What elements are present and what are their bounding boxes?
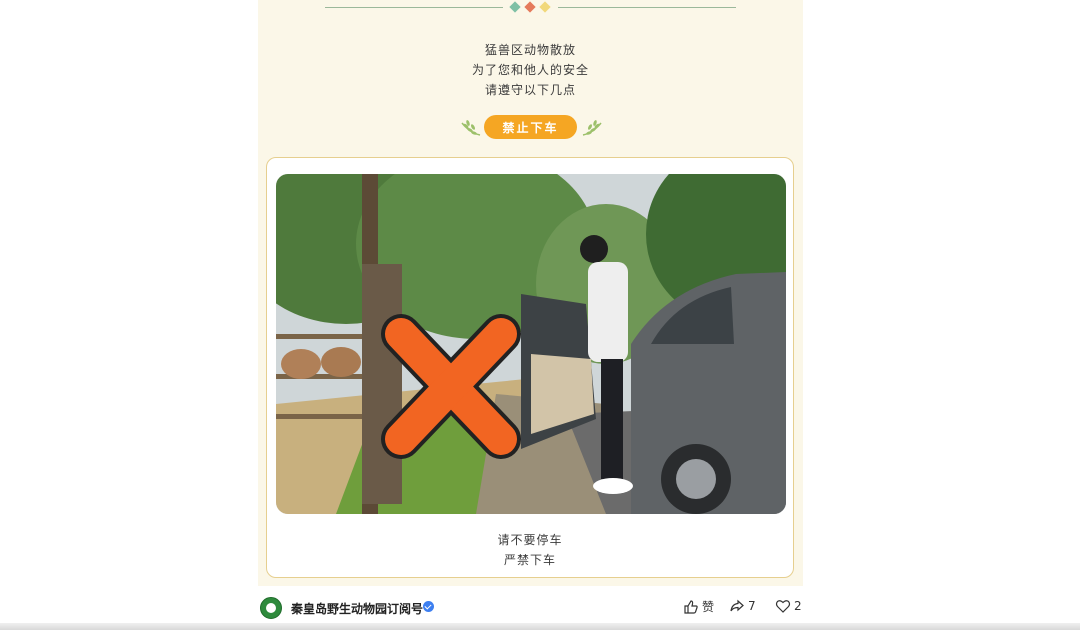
diamond-yellow-icon	[539, 1, 551, 13]
laurel-left-icon	[461, 120, 481, 136]
bottom-shadow	[0, 623, 1080, 630]
caption-line-2: 严禁下车	[503, 553, 556, 567]
verified-badge-icon	[423, 601, 434, 612]
like-button[interactable]: 赞	[683, 598, 714, 615]
photo-caption: 请不要停车 严禁下车	[266, 530, 794, 570]
intro-line-1: 猛兽区动物散放	[484, 43, 576, 57]
no-exit-badge: 禁止下车	[484, 115, 577, 139]
account-avatar[interactable]	[260, 597, 282, 619]
diamond-green-icon	[509, 1, 521, 13]
laurel-right-icon	[582, 120, 602, 136]
share-button[interactable]: 7	[729, 598, 756, 614]
diamond-red-icon	[524, 1, 536, 13]
thumbs-up-icon	[684, 599, 698, 614]
intro-line-2: 为了您和他人的安全	[471, 63, 589, 77]
like-label: 赞	[702, 600, 715, 614]
article-footer: 秦皇岛野生动物园订阅号 赞 7 2	[258, 592, 803, 622]
favorite-count: 2	[794, 599, 802, 613]
caption-line-1: 请不要停车	[497, 533, 563, 547]
intro-line-3: 请遵守以下几点	[484, 83, 576, 97]
divider-line-left	[325, 7, 503, 8]
account-name[interactable]: 秦皇岛野生动物园订阅号	[291, 600, 423, 617]
divider-line-right	[558, 7, 736, 8]
photo-illustration	[276, 174, 786, 514]
favorite-button[interactable]: 2	[775, 598, 802, 614]
intro-text: 猛兽区动物散放 为了您和他人的安全 请遵守以下几点	[258, 40, 803, 100]
heart-icon	[775, 600, 791, 613]
decorative-divider	[325, 0, 736, 16]
share-arrow-icon	[730, 599, 744, 612]
share-count: 7	[748, 599, 756, 613]
rule-badge-row: 禁止下车	[258, 115, 803, 141]
rule-photo[interactable]	[276, 174, 786, 514]
